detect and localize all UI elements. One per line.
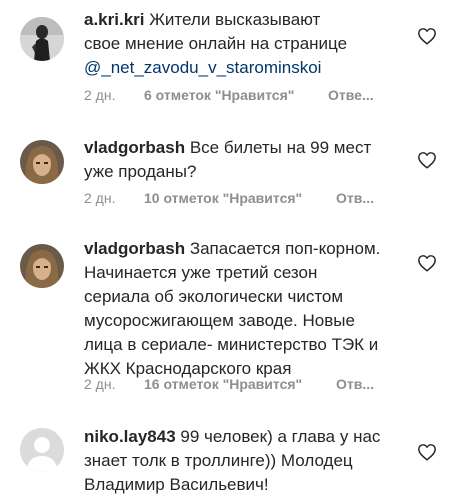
- comment-text: vladgorbash Запасается поп-корном. Начин…: [84, 237, 402, 381]
- heart-outline-icon: [418, 444, 436, 461]
- heart-outline-icon: [418, 255, 436, 272]
- like-button[interactable]: [417, 254, 437, 272]
- comment-time: 2 дн.: [84, 376, 116, 392]
- avatar[interactable]: [20, 244, 64, 288]
- comment-username[interactable]: a.kri.kri: [84, 10, 145, 29]
- comment-likes[interactable]: 6 отметок "Нравится": [144, 86, 294, 104]
- comment-body: Запасается поп-корном. Начинается уже тр…: [84, 239, 381, 378]
- comment-username[interactable]: niko.lay843: [84, 427, 176, 446]
- reply-button[interactable]: Отв...: [336, 375, 374, 393]
- comment-username[interactable]: vladgorbash: [84, 239, 185, 258]
- like-button[interactable]: [417, 443, 437, 461]
- comment-time: 2 дн.: [84, 190, 116, 206]
- avatar[interactable]: [20, 428, 64, 472]
- comment-likes[interactable]: 16 отметок "Нравится": [144, 375, 302, 393]
- heart-outline-icon: [418, 28, 436, 45]
- user-photo-icon: [20, 140, 64, 184]
- avatar[interactable]: [20, 140, 64, 184]
- comment-text: a.kri.kri Жители высказывают свое мнение…: [84, 8, 402, 80]
- comment-text: niko.lay843 99 человек) а глава у нас зн…: [84, 425, 402, 497]
- like-button[interactable]: [417, 151, 437, 169]
- avatar[interactable]: [20, 17, 64, 61]
- heart-outline-icon: [418, 152, 436, 169]
- user-photo-icon: [20, 17, 64, 61]
- mention-link[interactable]: @_net_zavodu_v_starominskoi: [84, 58, 321, 77]
- default-avatar-icon: [20, 428, 64, 472]
- reply-button[interactable]: Отве...: [328, 86, 374, 104]
- comment-time: 2 дн.: [84, 87, 116, 103]
- comment-text: vladgorbash Все билеты на 99 мест уже пр…: [84, 136, 402, 184]
- comment-username[interactable]: vladgorbash: [84, 138, 185, 157]
- comment-likes[interactable]: 10 отметок "Нравится": [144, 189, 302, 207]
- user-photo-icon: [20, 244, 64, 288]
- reply-button[interactable]: Отв...: [336, 189, 374, 207]
- like-button[interactable]: [417, 27, 437, 45]
